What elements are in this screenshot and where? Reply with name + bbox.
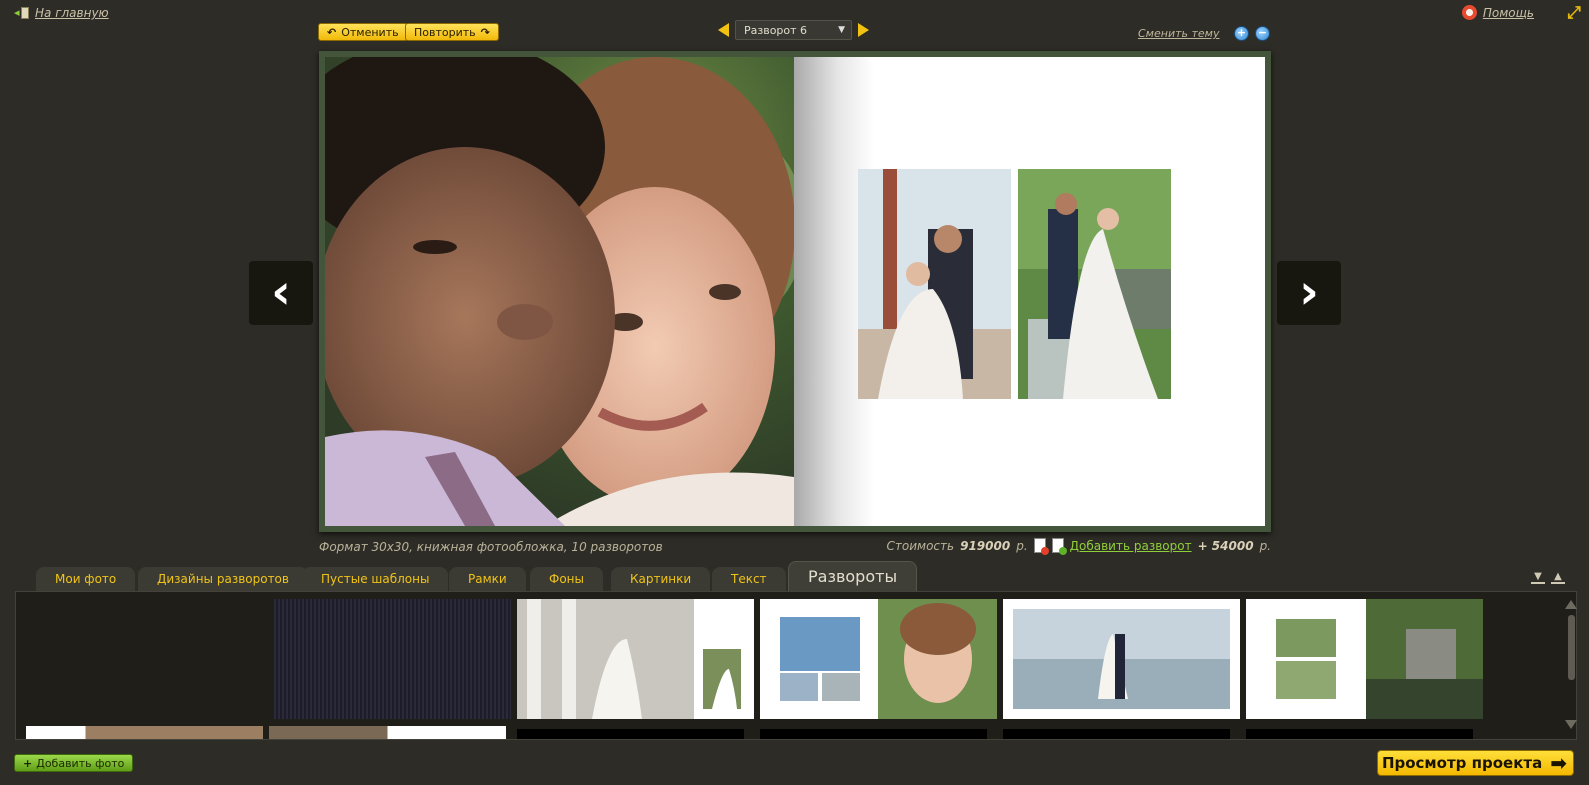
tab-frames[interactable]: Рамки — [449, 567, 526, 591]
cost-value: 919000 — [960, 538, 1011, 553]
change-theme-link[interactable]: Сменить тему — [1138, 27, 1219, 40]
spread-thumbnail-partial[interactable] — [760, 729, 987, 739]
chevron-left-icon: ‹ — [271, 264, 291, 320]
right-page-photo-2[interactable] — [1018, 169, 1171, 399]
plus-icon: + — [23, 756, 33, 770]
redo-button[interactable]: Повторить ↷ — [405, 23, 499, 41]
help-link[interactable]: Помощь — [1461, 5, 1534, 20]
couple-closeup-photo — [325, 57, 794, 526]
exit-door-icon: ◂ — [14, 5, 30, 21]
redo-icon: ↷ — [480, 25, 490, 39]
spread-navigator: Разворот 6 ▼ — [718, 20, 869, 40]
add-spread-link[interactable]: Добавить разворот — [1070, 539, 1192, 553]
spread-thumbnail[interactable] — [1246, 599, 1483, 719]
undo-label: Отменить — [341, 25, 399, 39]
cost-currency: р. — [1016, 538, 1028, 553]
spread-thumbnail[interactable] — [1003, 599, 1240, 719]
tab-spreads[interactable]: Развороты — [788, 561, 918, 591]
scroll-thumb[interactable] — [1567, 615, 1575, 680]
preview-project-label: Просмотр проекта — [1381, 754, 1543, 772]
remove-spread-icon[interactable] — [1033, 538, 1049, 555]
panel-toggle-group: ▼ ▲ — [1531, 572, 1565, 584]
add-spread-icon[interactable] — [1051, 538, 1067, 555]
fullscreen-icon[interactable]: ⤢ — [1565, 4, 1583, 22]
tab-backgrounds[interactable]: Фоны — [530, 567, 603, 591]
project-format-text: Формат 30х30, книжная фотообложка, 10 ра… — [319, 540, 663, 554]
spread-thumbnail-image — [780, 599, 997, 719]
chevron-right-icon: › — [1299, 264, 1319, 320]
preview-project-button[interactable]: Просмотр проекта ➡ — [1377, 750, 1574, 776]
cost-label: Стоимость — [886, 538, 955, 553]
scroll-down-icon[interactable] — [1565, 720, 1577, 729]
spread-thumbnail-partial[interactable] — [26, 726, 263, 739]
spread-thumbnail-partial[interactable] — [517, 729, 744, 739]
prev-spread-arrow-icon[interactable] — [718, 23, 729, 37]
spreads-panel — [15, 591, 1577, 740]
home-link-label: На главную — [35, 6, 109, 20]
spread-thumbnail[interactable] — [517, 599, 754, 719]
cost-area: Стоимость 919000 р. Добавить разворот + … — [886, 538, 1271, 555]
add-photo-label: Добавить фото — [36, 756, 125, 770]
add-photo-button[interactable]: + Добавить фото — [14, 754, 134, 772]
tab-my-photos[interactable]: Мои фото — [36, 567, 136, 591]
chevron-down-icon: ▼ — [838, 25, 845, 35]
next-spread-button[interactable]: › — [1277, 261, 1341, 325]
home-link[interactable]: ◂ На главную — [14, 5, 109, 21]
help-link-label: Помощь — [1482, 5, 1534, 20]
couple-in-park-photo — [1018, 169, 1171, 399]
zoom-in-icon[interactable]: + — [1234, 26, 1249, 41]
undo-icon: ↶ — [327, 25, 337, 39]
spread-thumbnail-image — [517, 599, 741, 719]
panel-scrollbar[interactable] — [1565, 600, 1577, 738]
redo-label: Повторить — [414, 25, 476, 39]
add-spread-currency: р. — [1259, 538, 1271, 553]
tab-spread-designs[interactable]: Дизайны разворотов — [138, 567, 308, 591]
zoom-out-icon[interactable]: − — [1255, 26, 1270, 41]
right-page — [794, 57, 1265, 526]
prev-spread-button[interactable]: ‹ — [249, 261, 313, 325]
arrow-right-icon: ➡ — [1550, 751, 1567, 775]
expand-panel-icon[interactable]: ▲ — [1551, 572, 1565, 584]
couple-by-column-photo — [858, 169, 1011, 399]
spread-thumbnail-image — [1276, 599, 1483, 719]
lifebuoy-icon — [1461, 5, 1477, 20]
right-page-photo-1[interactable] — [858, 169, 1011, 399]
spread-thumbnail-partial[interactable] — [1246, 729, 1473, 739]
spread-canvas — [319, 51, 1271, 532]
left-page-photo[interactable] — [325, 57, 794, 526]
spread-select[interactable]: Разворот 6 ▼ — [735, 20, 852, 40]
spread-thumbnail-partial[interactable] — [269, 726, 506, 739]
spread-thumbnail-image — [1013, 609, 1230, 709]
add-spread-price: + 54000 — [1197, 538, 1254, 553]
spread-select-value: Разворот 6 — [744, 24, 808, 37]
tab-text[interactable]: Текст — [712, 567, 786, 591]
spread-thumbnail[interactable] — [760, 599, 997, 719]
spread-thumbnail[interactable] — [274, 599, 511, 719]
next-spread-arrow-icon[interactable] — [858, 23, 869, 37]
tab-empty-templates[interactable]: Пустые шаблоны — [302, 567, 449, 591]
collapse-panel-icon[interactable]: ▼ — [1531, 572, 1545, 584]
tab-pictures[interactable]: Картинки — [611, 567, 711, 591]
spread-thumbnail-partial[interactable] — [1003, 729, 1230, 739]
scroll-up-icon[interactable] — [1565, 600, 1577, 609]
undo-button[interactable]: ↶ Отменить — [318, 23, 408, 41]
